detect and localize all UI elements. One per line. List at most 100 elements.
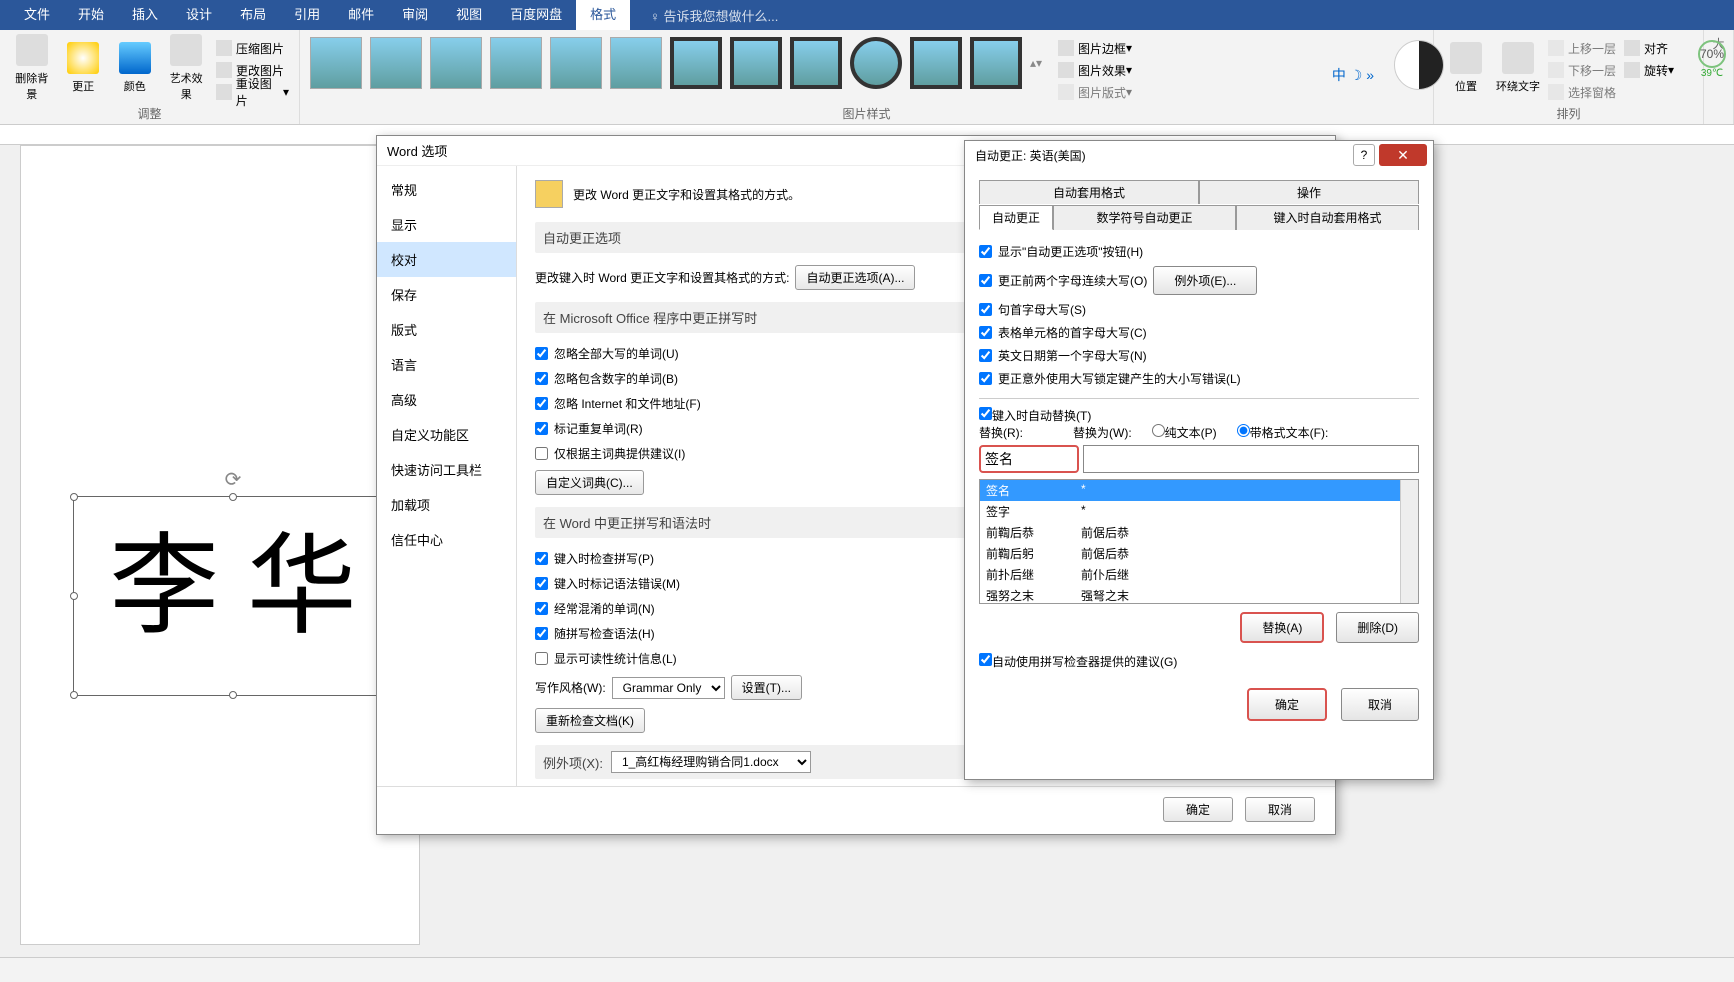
check-spelling-check[interactable]: 键入时检查拼写(P) bbox=[535, 550, 654, 567]
confused-check[interactable]: 经常混淆的单词(N) bbox=[535, 600, 655, 617]
tab-view[interactable]: 视图 bbox=[442, 0, 496, 30]
assistant-avatar[interactable] bbox=[1394, 40, 1444, 90]
nav-qat[interactable]: 快速访问工具栏 bbox=[377, 452, 516, 487]
tab-autoformat-typing[interactable]: 键入时自动套用格式 bbox=[1236, 205, 1419, 230]
reset-pic-button[interactable]: 重设图片 ▾ bbox=[212, 81, 293, 103]
tab-home[interactable]: 开始 bbox=[64, 0, 118, 30]
resize-handle[interactable] bbox=[229, 691, 237, 699]
artistic-button[interactable]: 艺术效果 bbox=[164, 33, 207, 103]
style-item[interactable] bbox=[670, 37, 722, 89]
cap-sentence-check[interactable] bbox=[979, 303, 992, 316]
selected-image[interactable]: ⟳ 李 华 bbox=[73, 496, 393, 696]
compress-button[interactable]: 压缩图片 bbox=[212, 37, 293, 59]
with-input[interactable] bbox=[1083, 445, 1419, 473]
tab-actions[interactable]: 操作 bbox=[1199, 180, 1419, 204]
main-dict-check[interactable]: 仅根据主词典提供建议(I) bbox=[535, 445, 685, 462]
picture-layout-button[interactable]: 图片版式 ▾ bbox=[1054, 81, 1136, 103]
style-item[interactable] bbox=[910, 37, 962, 89]
picture-border-button[interactable]: 图片边框 ▾ bbox=[1054, 37, 1136, 59]
delete-button[interactable]: 删除(D) bbox=[1336, 612, 1419, 643]
replace-input[interactable] bbox=[979, 445, 1079, 473]
grammar-with-spell-check[interactable]: 随拼写检查语法(H) bbox=[535, 625, 655, 642]
resize-handle[interactable] bbox=[70, 493, 78, 501]
picture-effects-button[interactable]: 图片效果 ▾ bbox=[1054, 59, 1136, 81]
style-item[interactable] bbox=[730, 37, 782, 89]
formatted-text-radio[interactable]: 带格式文本(F): bbox=[1237, 424, 1329, 441]
ignore-digits-check[interactable]: 忽略包含数字的单词(B) bbox=[535, 370, 678, 387]
readability-check[interactable]: 显示可读性统计信息(L) bbox=[535, 650, 677, 667]
wrap-text-button[interactable]: 环绕文字 bbox=[1496, 33, 1540, 103]
selection-pane-button[interactable]: 选择窗格 bbox=[1544, 81, 1620, 103]
tab-design[interactable]: 设计 bbox=[172, 0, 226, 30]
nav-addins[interactable]: 加载项 bbox=[377, 487, 516, 522]
nav-customize-ribbon[interactable]: 自定义功能区 bbox=[377, 417, 516, 452]
tab-layout[interactable]: 布局 bbox=[226, 0, 280, 30]
two-caps-check[interactable] bbox=[979, 274, 992, 287]
autocorrect-options-button[interactable]: 自动更正选项(A)... bbox=[795, 265, 915, 290]
list-scrollbar[interactable] bbox=[1400, 480, 1418, 603]
send-backward-button[interactable]: 下移一层 bbox=[1544, 59, 1620, 81]
writing-style-settings-button[interactable]: 设置(T)... bbox=[731, 675, 802, 700]
tab-format[interactable]: 格式 bbox=[576, 0, 630, 30]
word-options-cancel-button[interactable]: 取消 bbox=[1245, 797, 1315, 822]
tab-insert[interactable]: 插入 bbox=[118, 0, 172, 30]
tell-me[interactable]: ♀ 告诉我您想做什么... bbox=[650, 6, 778, 25]
show-buttons-check[interactable] bbox=[979, 245, 992, 258]
gallery-more[interactable]: ▴▾ bbox=[1030, 37, 1044, 89]
style-item[interactable] bbox=[370, 37, 422, 89]
remove-background-button[interactable]: 删除背景 bbox=[10, 33, 53, 103]
autocorrect-cancel-button[interactable]: 取消 bbox=[1341, 688, 1419, 721]
align-button[interactable]: 对齐 bbox=[1620, 37, 1678, 59]
word-options-ok-button[interactable]: 确定 bbox=[1163, 797, 1233, 822]
nav-trust[interactable]: 信任中心 bbox=[377, 522, 516, 557]
nav-save[interactable]: 保存 bbox=[377, 277, 516, 312]
tab-baidu[interactable]: 百度网盘 bbox=[496, 0, 576, 30]
ime-indicator[interactable]: 中 ☽ » bbox=[1332, 65, 1374, 85]
exceptions-file-select[interactable]: 1_高红梅经理购销合同1.docx bbox=[611, 751, 811, 773]
style-item[interactable] bbox=[790, 37, 842, 89]
replace-as-type-check[interactable] bbox=[979, 407, 992, 420]
bring-forward-button[interactable]: 上移一层 bbox=[1544, 37, 1620, 59]
cap-days-check[interactable] bbox=[979, 349, 992, 362]
zoom-circle[interactable]: 70% bbox=[1698, 40, 1726, 68]
tab-autoformat[interactable]: 自动套用格式 bbox=[979, 180, 1199, 204]
style-item[interactable] bbox=[310, 37, 362, 89]
custom-dict-button[interactable]: 自定义词典(C)... bbox=[535, 470, 644, 495]
caps-lock-check[interactable] bbox=[979, 372, 992, 385]
style-item[interactable] bbox=[430, 37, 482, 89]
document-page[interactable]: ⟳ 李 华 bbox=[20, 145, 420, 945]
rotate-handle[interactable]: ⟳ bbox=[225, 467, 242, 492]
corrections-button[interactable]: 更正 bbox=[61, 33, 104, 103]
mark-grammar-check[interactable]: 键入时标记语法错误(M) bbox=[535, 575, 680, 592]
color-button[interactable]: 颜色 bbox=[113, 33, 156, 103]
nav-general[interactable]: 常规 bbox=[377, 172, 516, 207]
nav-layout[interactable]: 版式 bbox=[377, 312, 516, 347]
close-button[interactable]: ✕ bbox=[1379, 144, 1427, 166]
writing-style-select[interactable]: Grammar Only bbox=[612, 677, 725, 699]
resize-handle[interactable] bbox=[229, 493, 237, 501]
style-item[interactable] bbox=[610, 37, 662, 89]
help-button[interactable]: ? bbox=[1353, 144, 1375, 166]
ignore-url-check[interactable]: 忽略 Internet 和文件地址(F) bbox=[535, 395, 701, 412]
nav-advanced[interactable]: 高级 bbox=[377, 382, 516, 417]
plain-text-radio[interactable]: 纯文本(P) bbox=[1152, 424, 1217, 441]
tab-mailings[interactable]: 邮件 bbox=[334, 0, 388, 30]
nav-language[interactable]: 语言 bbox=[377, 347, 516, 382]
style-item[interactable] bbox=[970, 37, 1022, 89]
position-button[interactable]: 位置 bbox=[1444, 33, 1488, 103]
tab-math-autocorrect[interactable]: 数学符号自动更正 bbox=[1053, 205, 1236, 230]
nav-proofing[interactable]: 校对 bbox=[377, 242, 516, 277]
use-spellcheck-check[interactable] bbox=[979, 653, 992, 666]
tab-review[interactable]: 审阅 bbox=[388, 0, 442, 30]
resize-handle[interactable] bbox=[70, 592, 78, 600]
replace-button[interactable]: 替换(A) bbox=[1240, 612, 1324, 643]
exceptions-button[interactable]: 例外项(E)... bbox=[1153, 266, 1257, 295]
style-item[interactable] bbox=[850, 37, 902, 89]
flag-repeat-check[interactable]: 标记重复单词(R) bbox=[535, 420, 643, 437]
style-item[interactable] bbox=[550, 37, 602, 89]
style-item[interactable] bbox=[490, 37, 542, 89]
ignore-upper-check[interactable]: 忽略全部大写的单词(U) bbox=[535, 345, 679, 362]
nav-display[interactable]: 显示 bbox=[377, 207, 516, 242]
tab-references[interactable]: 引用 bbox=[280, 0, 334, 30]
autocorrect-list[interactable]: 签名* 签字* 前鞫后恭前倨后恭 前鞫后躬前倨后恭 前扑后继前仆后继 强努之末强… bbox=[979, 479, 1419, 604]
